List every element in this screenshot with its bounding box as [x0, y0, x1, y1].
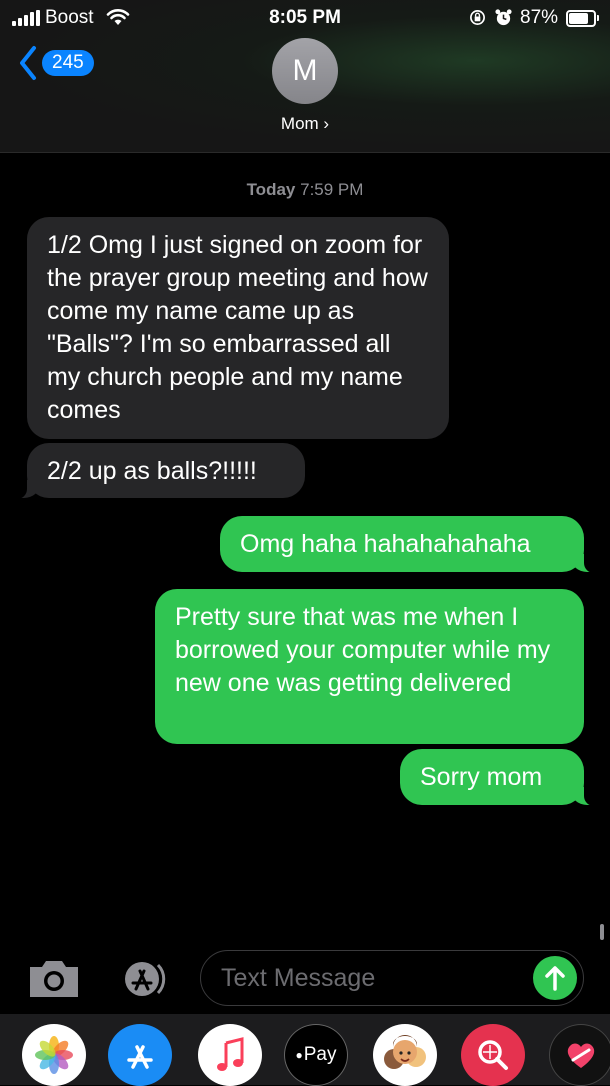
message-composer: Text Message [0, 945, 610, 1013]
status-time: 8:05 PM [269, 7, 341, 28]
conversation-header: Boost 8:05 PM 87% 245 M Mom › [0, 0, 610, 153]
contact-avatar[interactable]: M [272, 38, 338, 104]
battery-percent: 87% [520, 7, 559, 28]
outgoing-message-bubble[interactable]: Sorry mom [400, 749, 598, 806]
web-search-icon[interactable] [461, 1024, 525, 1086]
status-bar: Boost 8:05 PM 87% [0, 6, 610, 32]
incoming-message-bubble[interactable]: 2/2 up as balls?!!!!! [13, 443, 305, 499]
camera-icon[interactable] [28, 959, 80, 999]
apple-pay-label: Pay [303, 1044, 337, 1065]
unread-count-badge: 245 [42, 50, 94, 76]
message-text: Omg haha hahahahahaha [240, 530, 531, 558]
battery-icon [566, 10, 599, 27]
app-store-icon[interactable] [108, 1024, 172, 1086]
contact-name-button[interactable]: Mom › [0, 114, 610, 134]
message-text: Sorry mom [420, 763, 543, 791]
send-button[interactable] [533, 956, 577, 1000]
timestamp-time: 7:59 PM [300, 180, 364, 199]
memoji-icon[interactable] [373, 1024, 437, 1086]
back-button[interactable]: 245 [18, 45, 94, 81]
message-timestamp: Today 7:59 PM [0, 180, 610, 200]
incoming-message-bubble[interactable]: 1/2 Omg I just signed on zoom for the pr… [27, 217, 449, 439]
photos-icon[interactable] [22, 1024, 86, 1086]
chevron-left-icon [20, 46, 36, 80]
app-store-icon[interactable] [114, 955, 172, 1003]
scrollbar[interactable] [600, 924, 604, 940]
imessage-app-drawer: ● Pay [0, 1014, 610, 1086]
timestamp-day: Today [246, 180, 296, 199]
music-icon[interactable] [198, 1024, 262, 1086]
arrow-up-icon [545, 966, 565, 991]
message-input[interactable]: Text Message [200, 950, 584, 1006]
outgoing-message-bubble[interactable]: Pretty sure that was me when I borrowed … [155, 589, 584, 744]
outgoing-message-bubble[interactable]: Omg haha hahahahahaha [220, 516, 598, 573]
digital-touch-icon[interactable] [549, 1024, 610, 1086]
alarm-icon [495, 9, 512, 26]
message-text: 2/2 up as balls?!!!!! [47, 457, 257, 485]
apple-logo-icon: ● [295, 1048, 303, 1062]
rotation-lock-icon [470, 10, 485, 25]
apple-pay-icon[interactable]: ● Pay [284, 1024, 348, 1086]
